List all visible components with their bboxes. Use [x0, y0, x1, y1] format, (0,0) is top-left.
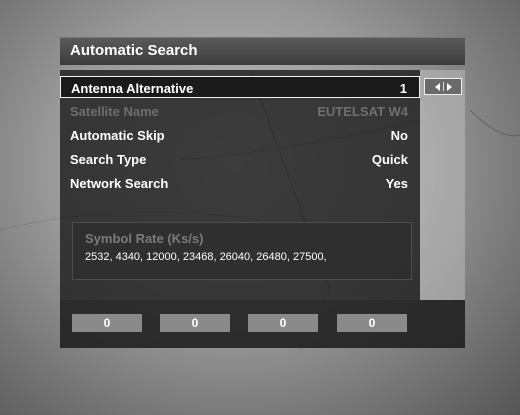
- bottom-box-3[interactable]: 0: [248, 314, 318, 332]
- menu-row-value: 1: [399, 81, 407, 96]
- menu-row-label: Satellite Name: [70, 104, 159, 119]
- menu-row-antenna-alternative[interactable]: Antenna Alternative 1: [60, 76, 420, 98]
- menu-row-search-type[interactable]: Search Type Quick: [60, 148, 420, 170]
- menu-row-label: Search Type: [70, 152, 147, 167]
- menu-row-value: Yes: [385, 176, 408, 191]
- symbol-rate-heading: Symbol Rate (Ks/s): [85, 231, 204, 246]
- menu-row-value: EUTELSAT W4: [317, 104, 408, 119]
- left-right-arrows-icon[interactable]: [424, 78, 462, 95]
- side-strip: [420, 70, 465, 300]
- menu-row-satellite-name: Satellite Name EUTELSAT W4: [60, 100, 420, 122]
- arrow-separator: [442, 82, 444, 91]
- menu-row-automatic-skip[interactable]: Automatic Skip No: [60, 124, 420, 146]
- menu-row-value: Quick: [371, 152, 408, 167]
- bottom-box-1[interactable]: 0: [72, 314, 142, 332]
- menu-row-label: Antenna Alternative: [71, 81, 194, 96]
- page-title: Automatic Search: [70, 42, 198, 59]
- bottom-box-4[interactable]: 0: [337, 314, 407, 332]
- menu-row-label: Network Search: [70, 176, 169, 191]
- menu-row-label: Automatic Skip: [70, 128, 165, 143]
- bottom-box-2[interactable]: 0: [160, 314, 230, 332]
- symbol-rate-values: 2532, 4340, 12000, 23468, 26040, 26480, …: [85, 251, 327, 263]
- title-bar: Automatic Search: [60, 37, 465, 65]
- symbol-rate-box: Symbol Rate (Ks/s) 2532, 4340, 12000, 23…: [72, 222, 412, 280]
- arrow-right-icon[interactable]: [446, 82, 452, 91]
- arrow-left-icon[interactable]: [434, 82, 440, 91]
- menu-row-network-search[interactable]: Network Search Yes: [60, 172, 420, 194]
- menu-row-value: No: [390, 128, 408, 143]
